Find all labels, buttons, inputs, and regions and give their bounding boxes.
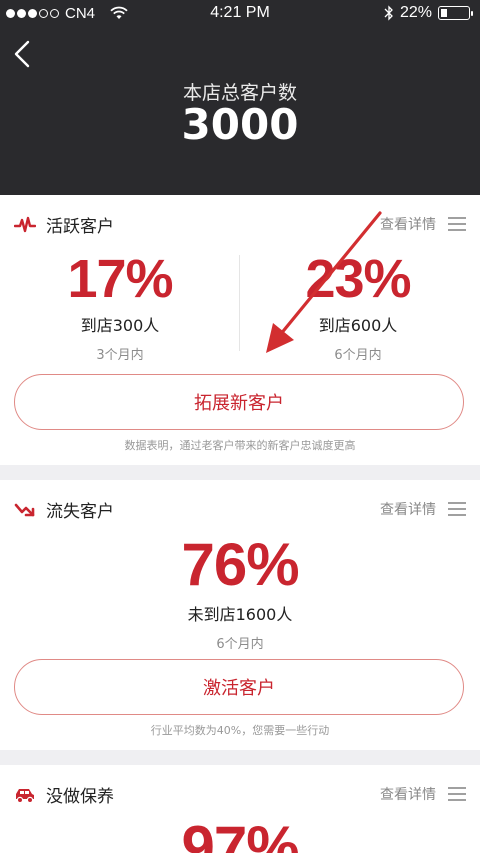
trend-down-icon (14, 503, 35, 517)
stat-lost: 76% 未到店1600人 6个月内 (140, 531, 340, 653)
card-title: 流失客户 (46, 502, 114, 522)
battery-percent: 22% (399, 4, 432, 21)
stat-3-months: 17% 到店300人 3个月内 (40, 252, 200, 363)
activate-customers-button[interactable]: 激活客户 (14, 659, 464, 715)
stat-6-months: 23% 到店600人 6个月内 (278, 252, 438, 363)
menu-icon[interactable] (448, 217, 466, 231)
card-note: 数据表明，通过老客户带来的新客户忠诚度更高 (124, 439, 356, 452)
bluetooth-icon (384, 5, 393, 21)
stat-period: 6个月内 (334, 348, 382, 363)
card-title: 没做保养 (46, 787, 114, 807)
header: CN4 4:21 PM 22% 本店总客户数 3000 (0, 0, 480, 195)
stat-main: 到店300人 (80, 316, 160, 335)
stat-maintenance: 97% (140, 818, 340, 853)
status-right: 22% (384, 4, 473, 22)
expand-new-customers-button[interactable]: 拓展新客户 (14, 374, 464, 430)
card-note: 行业平均数为40%，您需要一些行动 (150, 724, 330, 737)
back-chevron-icon[interactable] (12, 40, 32, 68)
view-details-link[interactable]: 查看详情 (380, 784, 436, 804)
card-header: 流失客户 查看详情 (0, 480, 480, 538)
stat-divider (239, 255, 240, 351)
pulse-icon (14, 216, 36, 233)
stat-percent: 76% (181, 531, 299, 598)
stat-period: 3个月内 (96, 348, 144, 363)
card-title: 活跃客户 (46, 217, 114, 237)
status-bar: CN4 4:21 PM 22% (0, 0, 480, 28)
view-details-link[interactable]: 查看详情 (380, 214, 436, 234)
car-icon (16, 789, 34, 804)
menu-icon[interactable] (448, 502, 466, 516)
stat-percent: 23% (305, 249, 411, 309)
menu-icon[interactable] (448, 787, 466, 801)
stat-percent: 97% (181, 814, 299, 853)
stat-percent: 17% (67, 249, 173, 309)
stat-main: 到店600人 (318, 316, 398, 335)
battery-icon (438, 6, 473, 20)
stat-main: 未到店1600人 (187, 605, 293, 624)
stat-period: 6个月内 (216, 637, 264, 652)
total-customers-count: 3000 (181, 100, 299, 149)
view-details-link[interactable]: 查看详情 (380, 499, 436, 519)
card-header: 活跃客户 查看详情 (0, 195, 480, 253)
